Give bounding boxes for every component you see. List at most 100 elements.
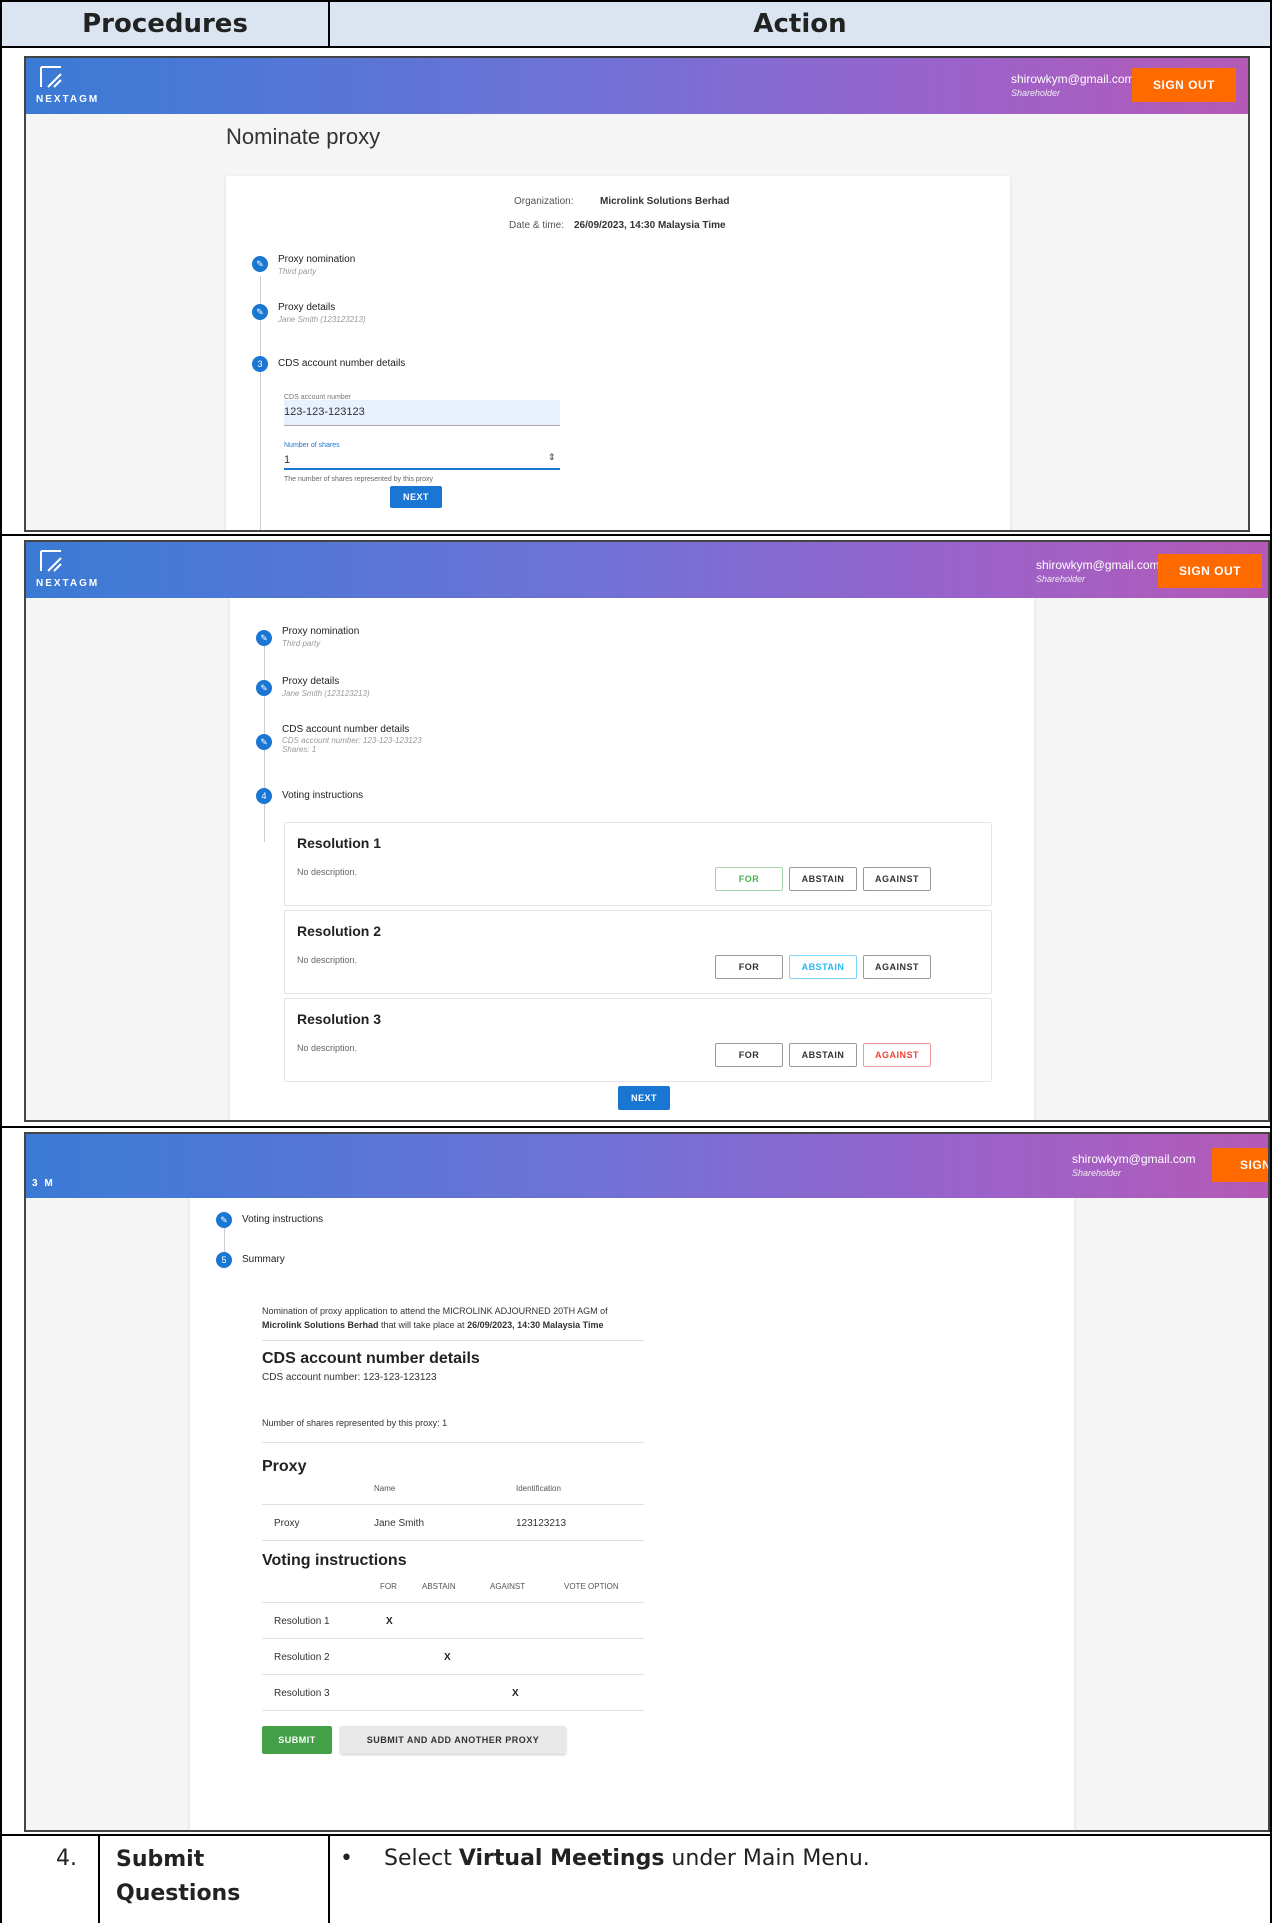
table-border-left xyxy=(0,46,2,1923)
number-of-shares-field[interactable]: Number of shares 1 ⇕ xyxy=(284,442,560,470)
divider xyxy=(262,1340,644,1341)
proxy-row-label: Proxy xyxy=(274,1518,300,1529)
logo-text-partial: 3 M xyxy=(32,1178,55,1189)
pencil-icon[interactable]: ✎ xyxy=(256,734,272,750)
vote-against-button[interactable]: AGAINST xyxy=(863,1043,931,1067)
vote-abstain-button[interactable]: ABSTAIN xyxy=(789,867,857,891)
cds-account-line: CDS account number: 123-123-123123 xyxy=(262,1372,437,1383)
pencil-icon[interactable]: ✎ xyxy=(216,1212,232,1228)
pencil-icon[interactable]: ✎ xyxy=(256,680,272,696)
vote-against-button[interactable]: AGAINST xyxy=(863,955,931,979)
vote-for-button[interactable]: FOR xyxy=(715,1043,783,1067)
step-proxy-details[interactable]: Proxy details xyxy=(278,302,335,313)
step-proxy-details-sub: Jane Smith (123123213) xyxy=(278,315,366,324)
nomination-card: Organization: Microlink Solutions Berhad… xyxy=(226,176,1010,530)
pencil-icon[interactable]: ✎ xyxy=(252,304,268,320)
sign-out-button[interactable]: SIGN OUT xyxy=(1158,554,1262,588)
step-voting-instructions[interactable]: Voting instructions xyxy=(242,1214,323,1225)
summary-intro-mid: that will take place at xyxy=(378,1320,468,1330)
screenshot-summary-step5: 3 M shirowkym@gmail.com Shareholder SIGN… xyxy=(24,1132,1270,1832)
step-summary: Summary xyxy=(242,1254,285,1265)
vote-mark-abstain: X xyxy=(444,1652,451,1663)
sign-out-button[interactable]: SIGN xyxy=(1212,1148,1268,1182)
step-voting-instructions: Voting instructions xyxy=(282,790,364,801)
divider xyxy=(262,1540,644,1541)
step-number: 4. xyxy=(56,1846,77,1871)
page-title: Nominate proxy xyxy=(226,124,381,149)
submit-button[interactable]: SUBMIT xyxy=(262,1726,332,1754)
summary-org: Microlink Solutions Berhad xyxy=(262,1320,379,1330)
date-label: Date & time: xyxy=(509,220,565,231)
step-cds-shares-sub: Shares: 1 xyxy=(282,745,317,754)
vote-for-button[interactable]: FOR xyxy=(715,955,783,979)
row-divider xyxy=(0,1126,1272,1128)
user-email: shirowkym@gmail.com xyxy=(1036,558,1160,572)
proxy-row-identification: 123123213 xyxy=(516,1518,567,1529)
voting-heading: Voting instructions xyxy=(262,1552,407,1569)
step-proxy-nomination[interactable]: Proxy nomination xyxy=(282,626,359,637)
vote-for-button[interactable]: FOR xyxy=(715,867,783,891)
app-bar: NEXTAGM shirowkym@gmail.com Shareholder … xyxy=(26,58,1248,114)
app-bar: 3 M shirowkym@gmail.com Shareholder SIGN xyxy=(26,1134,1268,1198)
step-3-number-icon: 3 xyxy=(252,356,268,372)
logo-text: NEXTAGM xyxy=(36,578,100,589)
step-proxy-nomination-sub: Third party xyxy=(278,267,317,276)
user-role: Shareholder xyxy=(1072,1168,1122,1178)
voting-col-for: FOR xyxy=(380,1582,397,1591)
resolution-card-2: Resolution 2 No description. FOR ABSTAIN… xyxy=(284,910,992,994)
pencil-icon[interactable]: ✎ xyxy=(252,256,268,272)
voting-row-label: Resolution 1 xyxy=(274,1616,330,1627)
summary-date: 26/09/2023, 14:30 Malaysia Time xyxy=(467,1320,604,1330)
date-value: 26/09/2023, 14:30 Malaysia Time xyxy=(574,220,726,231)
cds-account-value: 123-123-123123 xyxy=(284,406,365,418)
divider xyxy=(262,1710,644,1711)
vote-abstain-button[interactable]: ABSTAIN xyxy=(789,955,857,979)
shares-label: Number of shares xyxy=(284,442,340,449)
resolution-card-1: Resolution 1 No description. FOR ABSTAIN… xyxy=(284,822,992,906)
instruction-table: Procedures Action NEXTAGM shirowkym@gmai… xyxy=(0,0,1272,1923)
next-button[interactable]: NEXT xyxy=(390,486,442,508)
next-button[interactable]: NEXT xyxy=(618,1086,670,1110)
summary-intro-line1: Nomination of proxy application to atten… xyxy=(262,1306,608,1316)
col-divider xyxy=(328,1834,330,1923)
vote-mark-for: X xyxy=(386,1616,393,1627)
cds-account-field[interactable]: CDS account number 123-123-123123 xyxy=(284,394,560,426)
vote-against-button[interactable]: AGAINST xyxy=(863,867,931,891)
voting-col-abstain: ABSTAIN xyxy=(422,1582,456,1591)
resolution-title: Resolution 3 xyxy=(297,1011,382,1027)
vote-abstain-button[interactable]: ABSTAIN xyxy=(789,1043,857,1067)
resolution-description: No description. xyxy=(297,955,358,965)
spinner-icon[interactable]: ⇕ xyxy=(548,452,556,463)
voting-row-label: Resolution 3 xyxy=(274,1688,330,1699)
row-divider xyxy=(0,534,1272,536)
header-procedures: Procedures xyxy=(0,0,330,48)
summary-card: ✎ Voting instructions 5 Summary Nominati… xyxy=(190,1198,1074,1830)
pencil-icon[interactable]: ✎ xyxy=(256,630,272,646)
col-divider xyxy=(98,1834,100,1923)
resolution-description: No description. xyxy=(297,1043,358,1053)
screenshot-nominate-proxy-step3: NEXTAGM shirowkym@gmail.com Shareholder … xyxy=(24,56,1250,532)
shares-line: Number of shares represented by this pro… xyxy=(262,1418,448,1428)
nextagm-logo-icon xyxy=(40,66,62,88)
action-prefix: Select xyxy=(384,1846,459,1871)
user-email: shirowkym@gmail.com xyxy=(1011,72,1135,86)
divider xyxy=(262,1504,644,1505)
user-email: shirowkym@gmail.com xyxy=(1072,1152,1196,1166)
cds-account-label: CDS account number xyxy=(284,394,351,401)
step-cds-account[interactable]: CDS account number details xyxy=(282,724,409,735)
resolution-description: No description. xyxy=(297,867,358,877)
resolution-title: Resolution 2 xyxy=(297,923,382,939)
screenshot-voting-instructions-step4: NEXTAGM shirowkym@gmail.com Shareholder … xyxy=(24,540,1270,1122)
step-proxy-nomination[interactable]: Proxy nomination xyxy=(278,254,355,265)
action-suffix: under Main Menu. xyxy=(664,1846,870,1871)
step-5-number-icon: 5 xyxy=(216,1252,232,1268)
step-proxy-nomination-sub: Third party xyxy=(282,639,321,648)
summary-intro-line2: Microlink Solutions Berhad that will tak… xyxy=(262,1320,604,1330)
step-proxy-details[interactable]: Proxy details xyxy=(282,676,339,687)
proxy-row-name: Jane Smith xyxy=(374,1518,425,1529)
submit-and-add-another-proxy-button[interactable]: SUBMIT AND ADD ANOTHER PROXY xyxy=(340,1726,566,1754)
resolution-card-3: Resolution 3 No description. FOR ABSTAIN… xyxy=(284,998,992,1082)
sign-out-button[interactable]: SIGN OUT xyxy=(1132,68,1236,102)
nextagm-logo-icon xyxy=(40,550,62,572)
proxy-col-name: Name xyxy=(374,1484,396,1493)
